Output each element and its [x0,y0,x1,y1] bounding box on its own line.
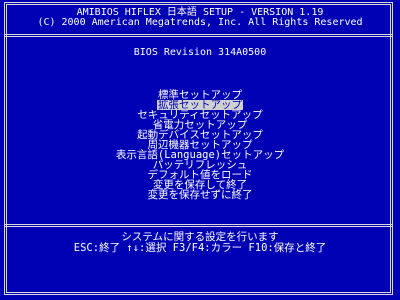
header-divider [4,34,393,37]
menu-item-exit-without-saving[interactable]: 変更を保存せずに終了 [147,190,254,201]
bios-revision: BIOS Revision 314A0500 [133,47,267,58]
copyright-line: (C) 2000 American Megatrends, Inc. All R… [37,17,363,28]
footer-divider [4,224,393,227]
bios-setup-screen: AMIBIOS HIFLEX 日本語 SETUP - VERSION 1.19 … [0,0,400,300]
setup-menu: 標準セットアップ 拡張セットアップ セキュリティセットアップ 省電力セットアップ… [0,90,400,201]
footer: システムに関する設定を行います ESC:終了 ↑↓:選択 F3/F4:カラー F… [0,232,400,254]
key-legend: ESC:終了 ↑↓:選択 F3/F4:カラー F10:保存と終了 [73,242,327,254]
header: AMIBIOS HIFLEX 日本語 SETUP - VERSION 1.19 … [0,8,400,28]
